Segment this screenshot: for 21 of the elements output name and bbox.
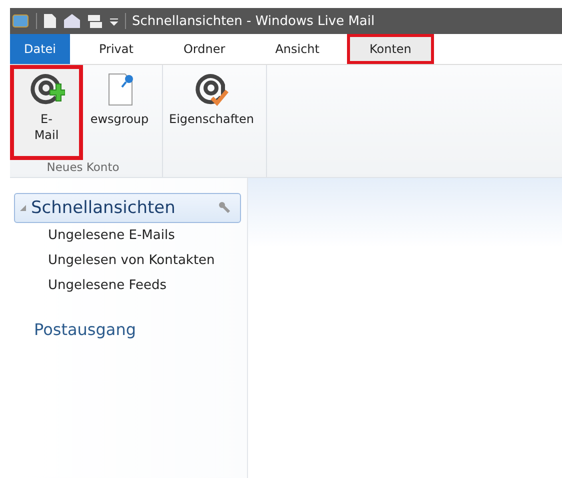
ribbon-button[interactable]: Eigenschaften (163, 65, 260, 160)
ribbon-button[interactable]: ewsgroup (83, 65, 156, 160)
sidebar-item[interactable]: Ungelesen von Kontakten (10, 248, 247, 273)
ribbon-tab[interactable]: Privat (76, 34, 156, 64)
sidebar-item[interactable]: Ungelesene Feeds (10, 273, 247, 298)
group-label: Neues Konto (46, 160, 120, 176)
ribbon-tab[interactable]: Ordner (160, 34, 248, 64)
ribbon-tab[interactable]: Konten (346, 34, 434, 64)
window-title: Schnellansichten - Windows Live Mail (132, 14, 375, 28)
dropdown-icon[interactable] (109, 16, 119, 26)
ribbon-button[interactable]: E- Mail (10, 65, 83, 160)
folder-item[interactable]: Postausgang (10, 298, 247, 339)
sidebar-header-title: Schnellansichten (31, 198, 176, 218)
new-document-icon[interactable] (43, 13, 57, 29)
sidebar-item[interactable]: Ungelesene E-Mails (10, 223, 247, 248)
envelope-stack-icon[interactable] (87, 13, 103, 29)
at-sign-check-icon (194, 71, 230, 107)
file-menu-tab[interactable]: Datei (10, 34, 70, 64)
at-sign-plus-icon (28, 71, 64, 107)
app-icon[interactable] (12, 13, 30, 29)
ribbon-tab[interactable]: Ansicht (252, 34, 342, 64)
